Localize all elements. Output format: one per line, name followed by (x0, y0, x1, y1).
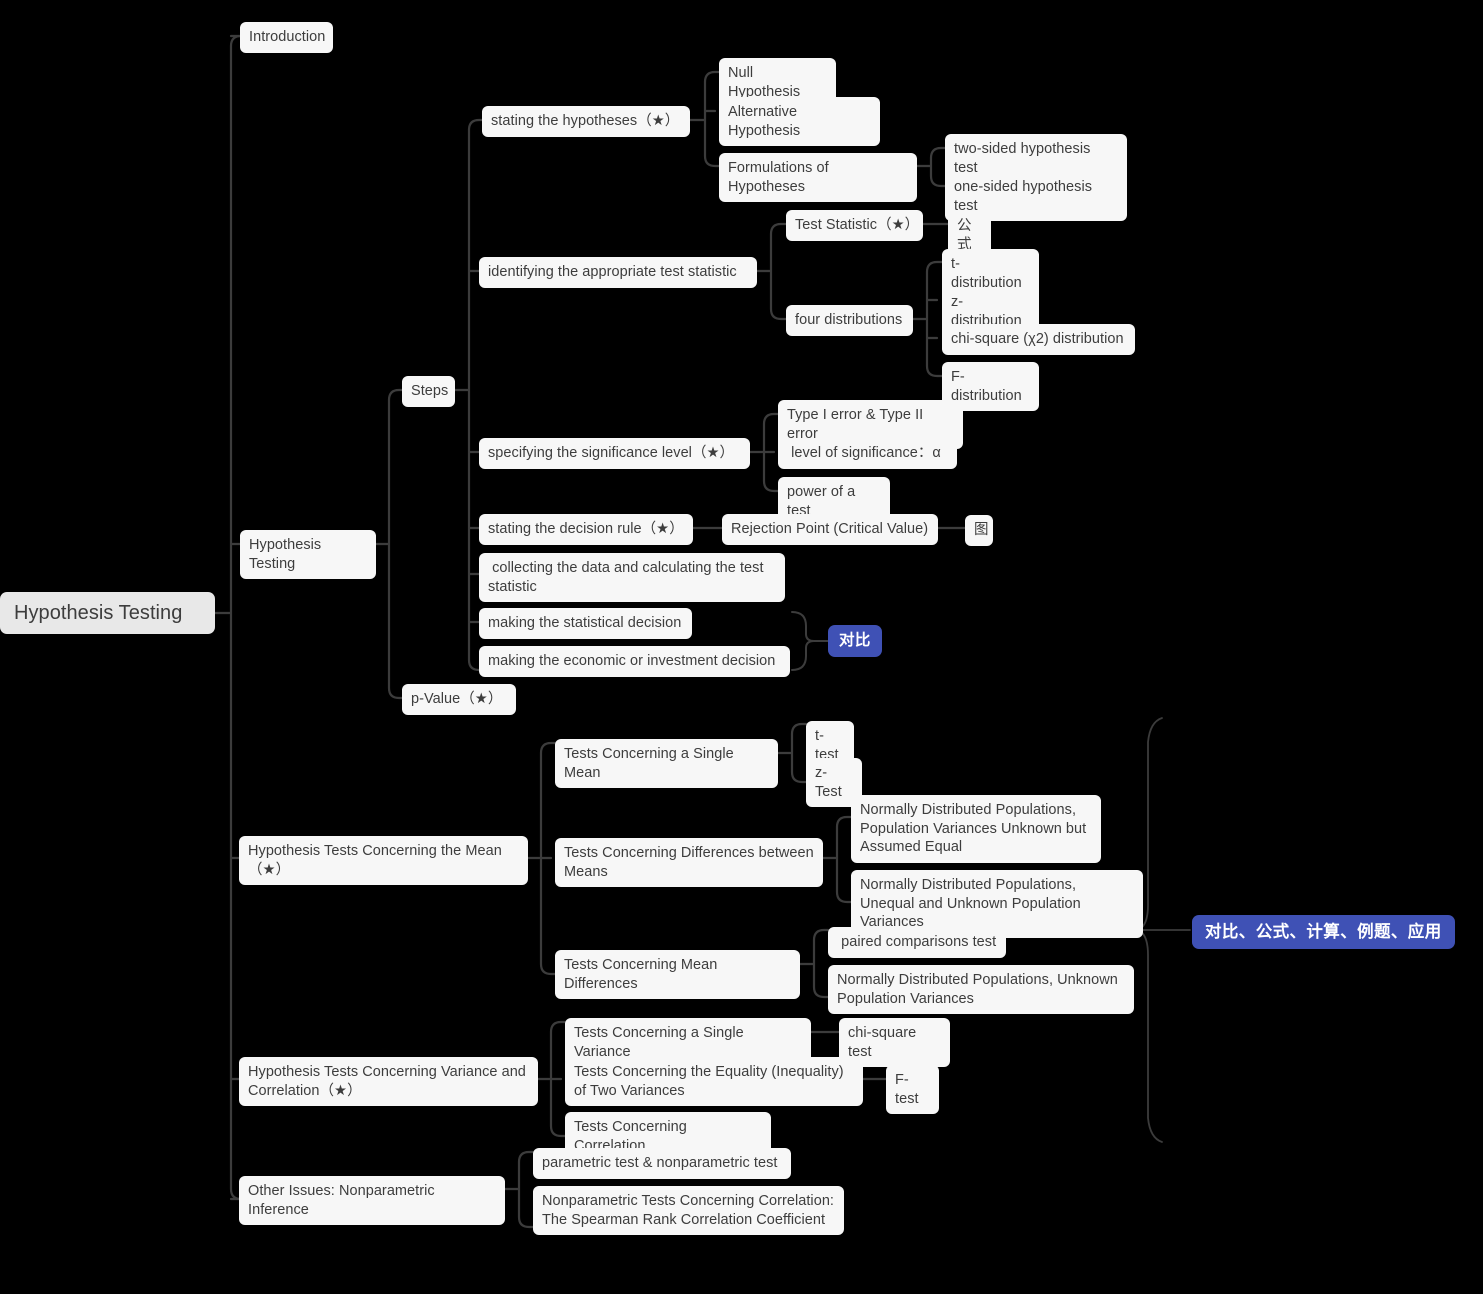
node-rejection-point[interactable]: Rejection Point (Critical Value) (722, 514, 938, 545)
node-alternative-hypothesis[interactable]: Alternative Hypothesis (719, 97, 880, 146)
node-stating-decision-rule[interactable]: stating the decision rule（★） (479, 514, 693, 545)
badge-compare-formula-calc-example-application[interactable]: 对比、公式、计算、例题、应用 (1192, 915, 1455, 949)
root-node[interactable]: Hypothesis Testing (0, 592, 215, 634)
node-other-issues[interactable]: Other Issues: Nonparametric Inference (239, 1176, 505, 1225)
node-making-statistical-decision[interactable]: making the statistical decision (479, 608, 692, 639)
node-hypothesis-testing[interactable]: Hypothesis Testing (240, 530, 376, 579)
node-tests-concerning-mean[interactable]: Hypothesis Tests Concerning the Mean（★） (239, 836, 528, 885)
badge-compare[interactable]: 对比 (828, 625, 882, 657)
node-formulations-of-hypotheses[interactable]: Formulations of Hypotheses (719, 153, 917, 202)
mindmap-canvas: Hypothesis Testing Introduction Hypothes… (0, 0, 1483, 1294)
node-equality-two-variances[interactable]: Tests Concerning the Equality (Inequalit… (565, 1057, 863, 1106)
node-identifying-test-statistic[interactable]: identifying the appropriate test statist… (479, 257, 757, 288)
node-chi-square-distribution[interactable]: chi-square (χ2) distribution (942, 324, 1135, 355)
node-f-test[interactable]: F-test (886, 1065, 939, 1114)
node-introduction[interactable]: Introduction (240, 22, 333, 53)
node-spearman-rank-correlation[interactable]: Nonparametric Tests Concerning Correlati… (533, 1186, 844, 1235)
node-level-of-significance[interactable]: level of significance：α (778, 438, 957, 469)
node-differences-between-means[interactable]: Tests Concerning Differences between Mea… (555, 838, 823, 887)
node-tu-diagram[interactable]: 图 (965, 515, 993, 546)
node-steps[interactable]: Steps (402, 376, 455, 407)
node-parametric-nonparametric[interactable]: parametric test & nonparametric test (533, 1148, 791, 1179)
node-normal-unknown-variances[interactable]: Normally Distributed Populations, Unknow… (828, 965, 1134, 1014)
node-mean-differences[interactable]: Tests Concerning Mean Differences (555, 950, 800, 999)
node-four-distributions[interactable]: four distributions (786, 305, 913, 336)
node-stating-hypotheses[interactable]: stating the hypotheses（★） (482, 106, 690, 137)
node-collecting-data[interactable]: collecting the data and calculating the … (479, 553, 785, 602)
node-single-mean[interactable]: Tests Concerning a Single Mean (555, 739, 778, 788)
node-normal-unknown-assumed-equal[interactable]: Normally Distributed Populations, Popula… (851, 795, 1101, 863)
node-test-statistic[interactable]: Test Statistic（★） (786, 210, 923, 241)
node-paired-comparisons-test[interactable]: paired comparisons test (828, 927, 1006, 958)
node-tests-variance-correlation[interactable]: Hypothesis Tests Concerning Variance and… (239, 1057, 538, 1106)
node-specifying-significance-level[interactable]: specifying the significance level（★） (479, 438, 750, 469)
node-p-value[interactable]: p-Value（★） (402, 684, 516, 715)
node-making-economic-decision[interactable]: making the economic or investment decisi… (479, 646, 790, 677)
